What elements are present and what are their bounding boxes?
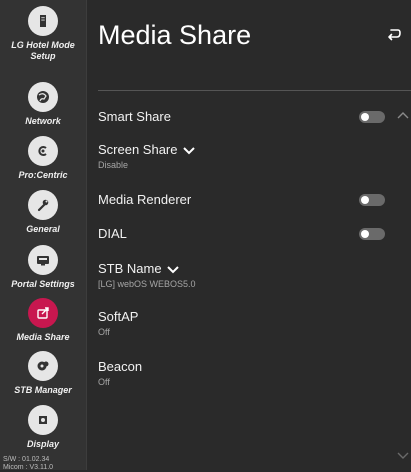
back-icon[interactable] bbox=[386, 27, 402, 41]
sidebar-item-label: STB Manager bbox=[14, 385, 72, 395]
setting-label: STB Name bbox=[98, 261, 162, 276]
sidebar: LG Hotel Mode Setup Network Pro:Centric … bbox=[0, 0, 87, 471]
setting-dial[interactable]: DIAL bbox=[98, 226, 127, 242]
chevron-down-icon bbox=[182, 146, 195, 154]
portal-icon bbox=[28, 245, 58, 275]
setting-screen-share[interactable]: Screen Share Disable bbox=[98, 142, 195, 171]
display-icon bbox=[28, 405, 58, 435]
sidebar-item-stb-manager[interactable]: STB Manager bbox=[0, 351, 86, 396]
share-icon bbox=[28, 298, 58, 328]
dial-toggle[interactable] bbox=[359, 228, 385, 240]
header-divider bbox=[98, 90, 411, 91]
setting-value: Disable bbox=[98, 160, 129, 170]
setting-label-row: Screen Share bbox=[98, 142, 195, 158]
smart-share-toggle[interactable] bbox=[359, 111, 385, 123]
chevron-up-icon[interactable] bbox=[397, 111, 409, 119]
hotel-icon bbox=[28, 6, 58, 36]
setting-media-renderer[interactable]: Media Renderer bbox=[98, 192, 191, 208]
setting-value: Off bbox=[98, 327, 110, 337]
wrench-icon bbox=[28, 190, 58, 220]
globe-icon bbox=[28, 82, 58, 112]
setting-label: Media Renderer bbox=[98, 192, 192, 207]
setting-label: SoftAP bbox=[98, 309, 139, 324]
procentric-icon bbox=[28, 136, 58, 166]
chevron-down-icon bbox=[166, 265, 179, 273]
sidebar-item-portal-settings[interactable]: Portal Settings bbox=[0, 245, 86, 290]
sidebar-item-lg-hotel-mode-setup[interactable]: LG Hotel Mode Setup bbox=[0, 6, 86, 62]
sidebar-item-label: Network bbox=[25, 116, 61, 126]
setting-softap[interactable]: SoftAP Off bbox=[98, 309, 138, 338]
media-renderer-toggle[interactable] bbox=[359, 194, 385, 206]
sidebar-item-label: Portal Settings bbox=[11, 279, 75, 289]
sidebar-item-label: LG Hotel Mode Setup bbox=[11, 40, 75, 61]
sidebar-item-general[interactable]: General bbox=[0, 190, 86, 235]
setting-beacon[interactable]: Beacon Off bbox=[98, 359, 142, 388]
sidebar-item-procentric[interactable]: Pro:Centric bbox=[0, 136, 86, 181]
setting-label: Beacon bbox=[98, 359, 143, 374]
setting-label: Screen Share bbox=[98, 142, 178, 157]
setting-label: DIAL bbox=[98, 226, 127, 241]
page-title: Media Share bbox=[98, 20, 252, 50]
sidebar-item-label: Media Share bbox=[16, 332, 70, 342]
scroll-down-icon[interactable] bbox=[397, 452, 409, 460]
setting-stb-name[interactable]: STB Name [LG] webOS WEBOS5.0 bbox=[98, 261, 196, 290]
sidebar-item-network[interactable]: Network bbox=[0, 82, 86, 127]
setting-smart-share[interactable]: Smart Share bbox=[98, 109, 171, 125]
setting-label-row: STB Name bbox=[98, 261, 196, 277]
setting-value: [LG] webOS WEBOS5.0 bbox=[98, 279, 196, 289]
sidebar-item-label: Display bbox=[26, 439, 59, 449]
setting-label: Smart Share bbox=[98, 109, 171, 124]
sw-version-line: S/W : 01.02.34 bbox=[3, 456, 50, 463]
stb-icon bbox=[28, 351, 58, 381]
sidebar-item-label: Pro:Centric bbox=[18, 170, 68, 180]
sidebar-item-display[interactable]: Display bbox=[0, 405, 86, 450]
setting-value: Off bbox=[98, 377, 110, 387]
micom-version-line: Micom : V3.11.0 bbox=[3, 464, 54, 471]
sidebar-item-media-share[interactable]: Media Share bbox=[0, 298, 86, 343]
sidebar-item-label: General bbox=[26, 224, 60, 234]
